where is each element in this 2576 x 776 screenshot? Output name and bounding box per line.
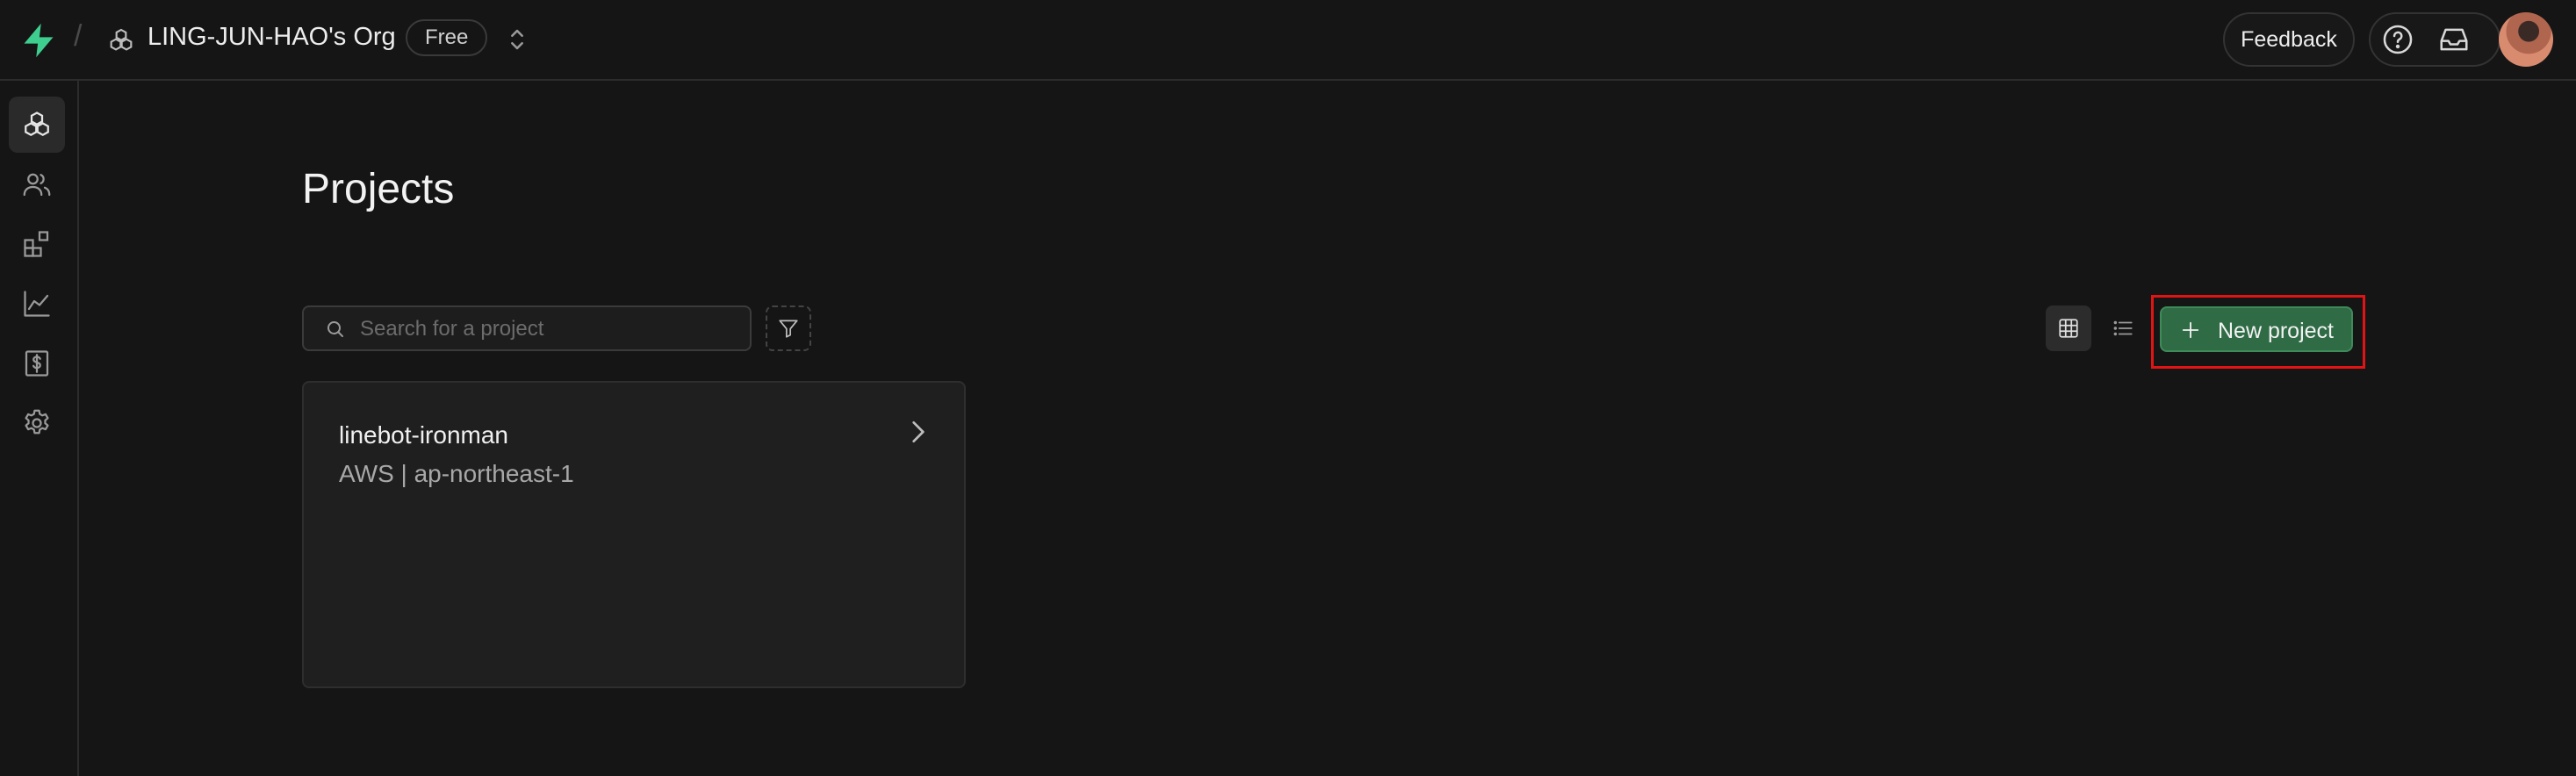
sidebar	[0, 81, 79, 776]
sidebar-item-integrations[interactable]	[9, 216, 65, 272]
top-bar: / LING-JUN-HAO's Org Free Feedback	[0, 0, 2576, 81]
feedback-button[interactable]: Feedback	[2223, 12, 2355, 67]
inbox-icon[interactable]	[2437, 23, 2471, 56]
organization-name[interactable]: LING-JUN-HAO's Org	[148, 23, 396, 52]
settings-icon	[25, 409, 49, 435]
usage-icon	[24, 291, 50, 317]
filter-button[interactable]	[766, 305, 811, 351]
project-name: linebot-ironman	[339, 421, 508, 449]
supabase-logo-icon[interactable]	[19, 21, 58, 60]
page-title: Projects	[302, 166, 455, 212]
sidebar-item-settings[interactable]	[9, 395, 65, 451]
help-icon[interactable]	[2381, 23, 2414, 56]
grid-icon	[2059, 319, 2078, 338]
project-region: AWS | ap-northeast-1	[339, 460, 574, 487]
list-view-toggle[interactable]	[2100, 305, 2146, 351]
grid-view-toggle[interactable]	[2046, 305, 2091, 351]
breadcrumb-separator: /	[74, 19, 83, 53]
new-project-label: New project	[2218, 319, 2334, 343]
search-icon	[327, 321, 343, 337]
team-icon	[23, 173, 51, 197]
search-input[interactable]	[358, 307, 739, 351]
project-card[interactable]: linebot-ironman AWS | ap-northeast-1	[302, 381, 966, 688]
integrations-icon	[24, 231, 49, 257]
user-avatar[interactable]	[2499, 12, 2553, 67]
billing-icon	[25, 350, 49, 377]
list-icon	[2113, 320, 2133, 336]
project-search-box[interactable]	[302, 305, 752, 351]
sidebar-item-team[interactable]	[9, 156, 65, 212]
sidebar-item-usage[interactable]	[9, 276, 65, 332]
organization-icon	[110, 28, 133, 51]
sidebar-item-billing[interactable]	[9, 335, 65, 392]
chevron-up-down-icon[interactable]	[502, 25, 532, 54]
chevron-right-icon	[912, 421, 925, 442]
plan-badge: Free	[406, 19, 488, 56]
projects-icon	[25, 111, 49, 136]
sidebar-item-projects[interactable]	[9, 97, 65, 153]
plus-icon	[2182, 321, 2199, 339]
new-project-button[interactable]: New project	[2160, 306, 2353, 352]
filter-icon	[779, 320, 798, 338]
